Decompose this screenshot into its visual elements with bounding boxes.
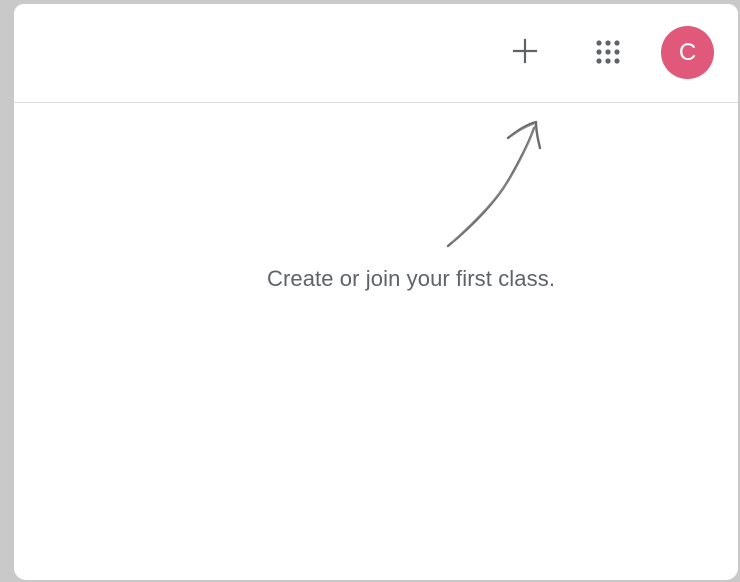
empty-state-message: Create or join your first class. xyxy=(266,266,556,291)
google-apps-button[interactable] xyxy=(593,37,627,71)
plus-icon xyxy=(512,38,538,64)
app-window: C Create or join your first class. xyxy=(14,4,738,580)
hand-drawn-arrow-icon xyxy=(446,120,542,248)
top-app-bar: C xyxy=(14,4,738,103)
grid-icon xyxy=(596,40,620,64)
account-avatar[interactable]: C xyxy=(661,26,714,79)
create-or-join-class-button[interactable] xyxy=(508,34,542,68)
